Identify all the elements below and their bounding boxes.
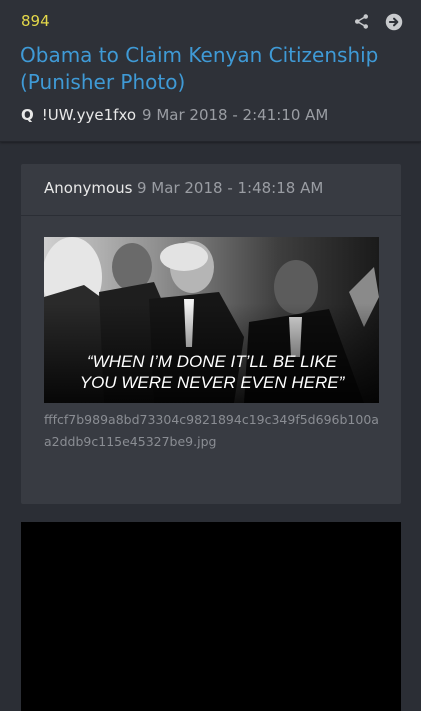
quoted-timestamp: 9 Mar 2018 - 1:48:18 AM [137,179,324,197]
quoted-author-name: Anonymous [44,179,133,197]
post-timestamp: 9 Mar 2018 - 2:41:10 AM [142,106,329,124]
image-caption-line2: YOU WERE NEVER EVEN HERE” [80,373,346,392]
media-placeholder[interactable] [21,522,401,711]
post-number[interactable]: 894 [21,12,50,30]
tripcode: !UW.yye1fxo [41,106,137,124]
post-header: 894 Obama to Claim Kenyan Citizenship (P… [0,0,421,142]
quoted-post-card: Anonymous 9 Mar 2018 - 1:48:18 AM “WHEN … [21,164,401,504]
share-icon[interactable] [353,13,370,30]
image-caption-line1: “WHEN I’M DONE IT’LL BE LIKE [87,352,338,371]
attached-image[interactable]: “WHEN I’M DONE IT’LL BE LIKE YOU WERE NE… [44,237,379,403]
quoted-post-header: Anonymous 9 Mar 2018 - 1:48:18 AM [21,164,401,216]
image-filename-link[interactable]: fffcf7b989a8bd73304c9821894c19c349f5d696… [44,409,384,453]
author-row: Q !UW.yye1fxo 9 Mar 2018 - 2:41:10 AM [21,106,328,124]
arrow-right-circle-icon[interactable] [385,13,403,31]
author-marker: Q [21,106,34,124]
post-title[interactable]: Obama to Claim Kenyan Citizenship (Punis… [20,42,405,96]
